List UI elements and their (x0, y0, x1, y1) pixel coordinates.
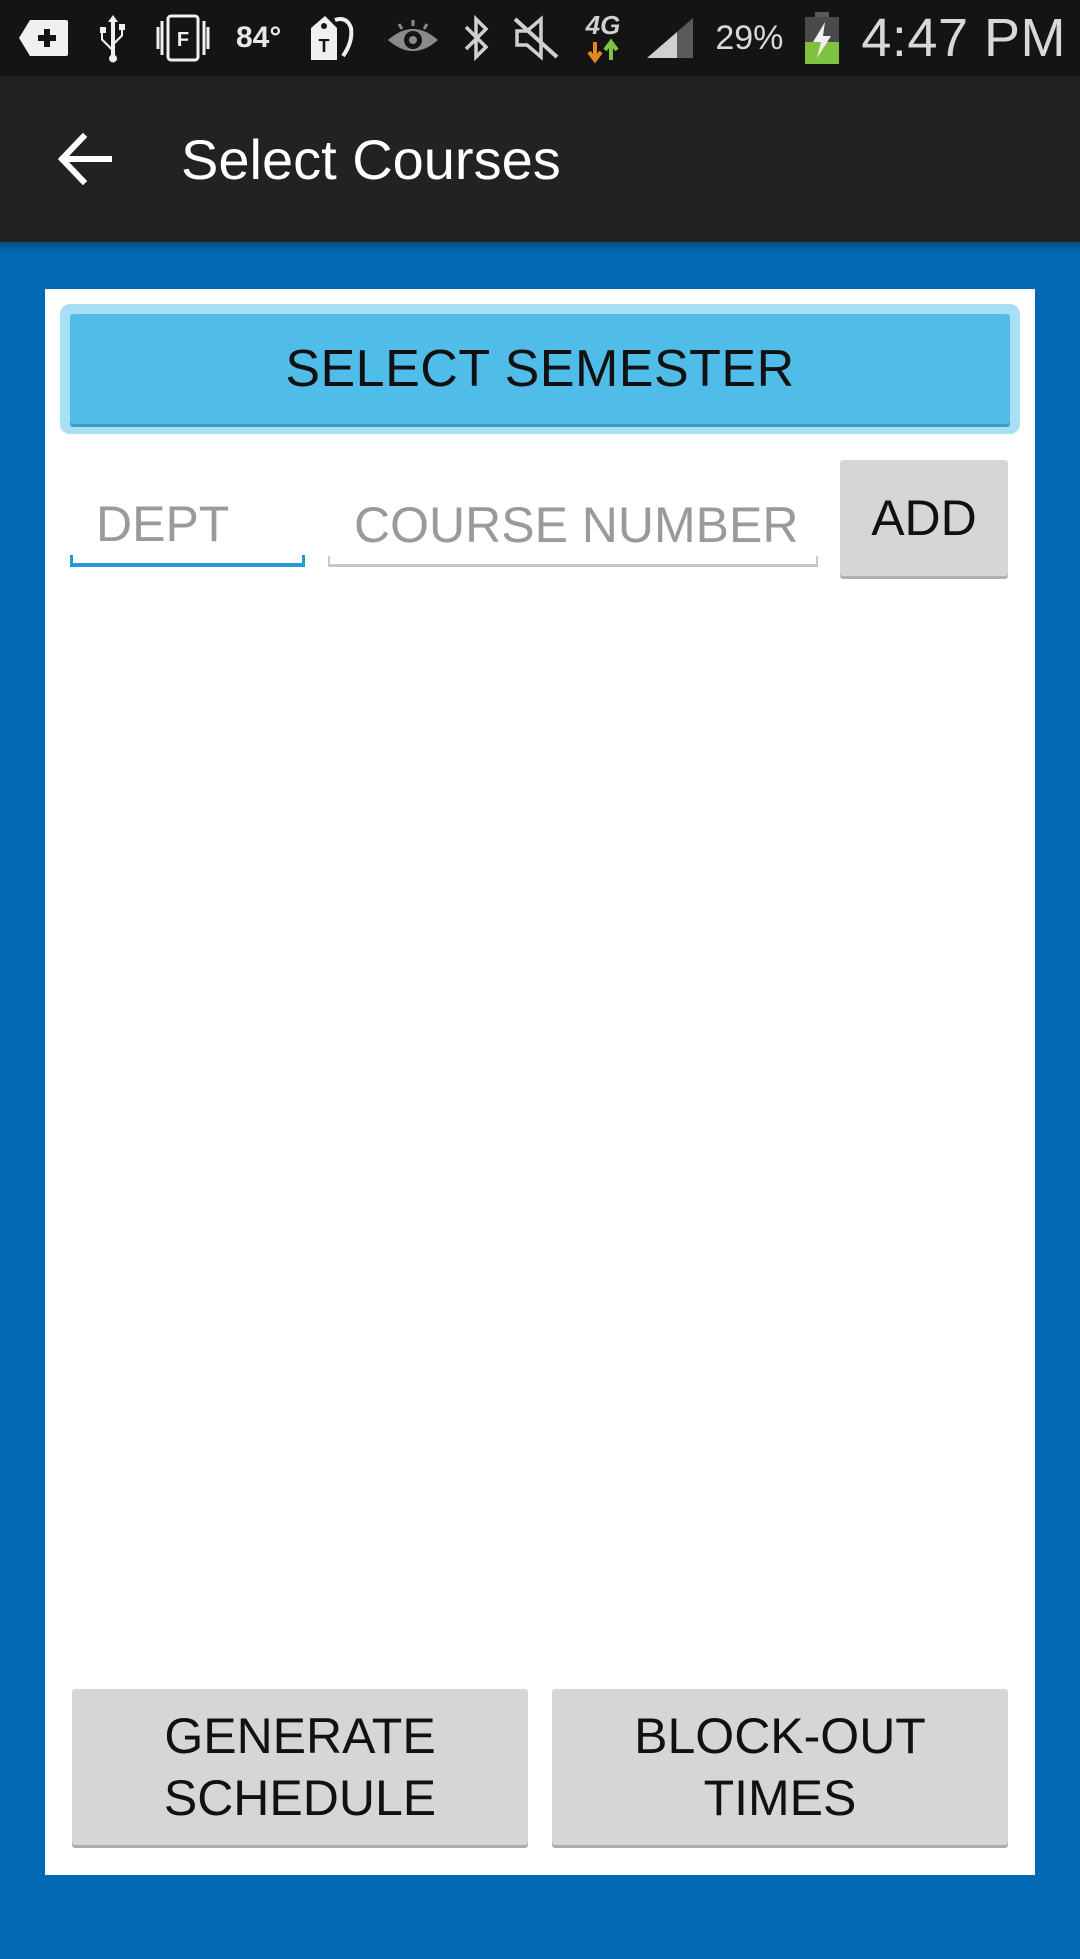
mute-icon (511, 8, 561, 68)
temperature-text: 84° (236, 21, 282, 54)
app-bar-shadow (0, 242, 1080, 252)
svg-text:4G: 4G (585, 10, 621, 40)
status-bar: F 84° T 4G 29% 4:47 PM (0, 0, 1080, 76)
course-number-field[interactable] (328, 479, 818, 567)
arrow-left-icon (57, 133, 112, 185)
status-icons-left: F 84° T (18, 8, 357, 68)
back-button[interactable] (25, 99, 145, 219)
generate-schedule-button[interactable]: GENERATE SCHEDULE (72, 1689, 528, 1845)
page-title: Select Courses (181, 127, 561, 191)
generate-schedule-label-line1: GENERATE (164, 1708, 436, 1764)
dept-field[interactable] (70, 479, 305, 567)
app-bar: Select Courses (0, 76, 1080, 242)
eye-icon (385, 8, 441, 68)
battery-percent: 29% (715, 18, 784, 57)
block-out-times-label-line2: TIMES (703, 1770, 857, 1826)
block-out-times-label-line1: BLOCK-OUT (634, 1708, 926, 1764)
4g-data-icon: 4G (581, 8, 625, 68)
course-number-input[interactable] (328, 479, 818, 564)
block-out-times-button[interactable]: BLOCK-OUT TIMES (552, 1689, 1008, 1845)
svg-text:T: T (319, 36, 330, 56)
select-semester-focus-ring: SELECT SEMESTER (60, 304, 1020, 434)
status-clock: 4:47 PM (861, 8, 1066, 68)
tmobile-tag-icon: T (307, 8, 357, 68)
bluetooth-icon (461, 8, 491, 68)
generate-schedule-label-line2: SCHEDULE (163, 1770, 437, 1826)
course-selection-card: SELECT SEMESTER ADD GENERATE SCHEDULE BL… (45, 289, 1035, 1875)
vibrate-frame-icon: F (156, 8, 210, 68)
signal-icon (645, 8, 695, 68)
usb-icon (96, 8, 130, 68)
dept-input[interactable] (70, 479, 305, 563)
svg-text:F: F (177, 29, 189, 51)
add-box-icon (18, 8, 70, 68)
status-icons-right: 4G 29% 4:47 PM (385, 7, 1066, 69)
battery-charging-icon (803, 8, 841, 68)
add-course-button[interactable]: ADD (840, 460, 1008, 576)
select-semester-button[interactable]: SELECT SEMESTER (70, 314, 1010, 424)
